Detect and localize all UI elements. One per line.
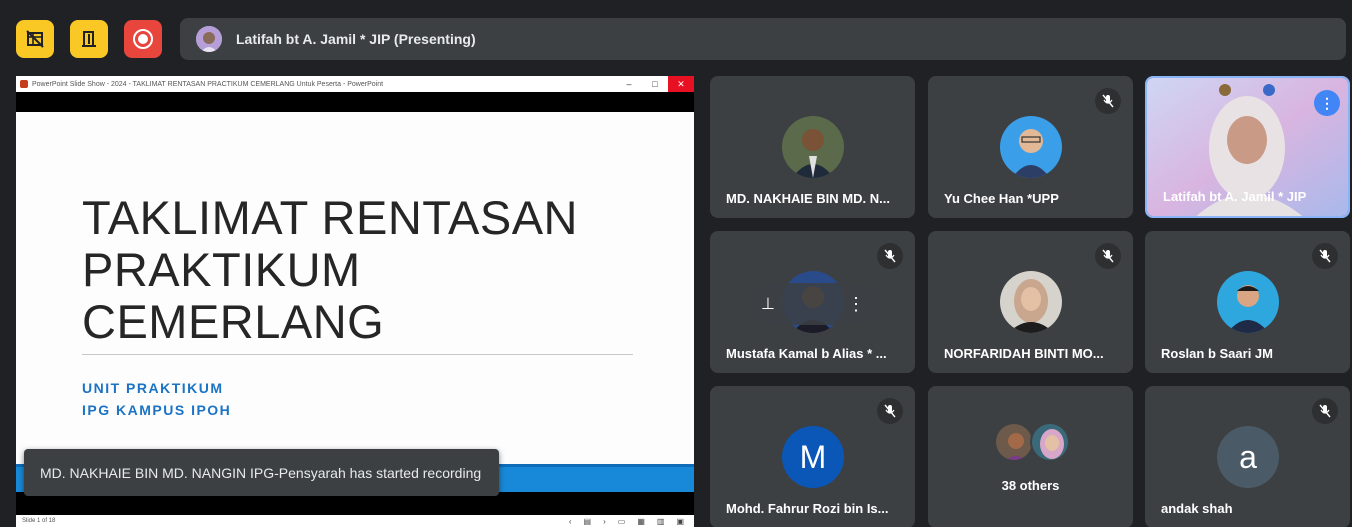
grid-off-icon bbox=[26, 30, 44, 48]
participant-tile[interactable]: MD. NAKHAIE BIN MD. N... bbox=[710, 76, 915, 218]
participant-tile[interactable]: M Mohd. Fahrur Rozi bin Is... bbox=[710, 386, 915, 527]
slideshow-view-icon[interactable]: ▣ bbox=[676, 517, 684, 526]
slide-title-line: PRAKTIKUM bbox=[82, 243, 361, 296]
avatar: a bbox=[1217, 426, 1279, 488]
participant-tile[interactable]: a andak shah bbox=[1145, 386, 1350, 527]
mic-off-icon bbox=[1312, 243, 1338, 269]
slide-content: TAKLIMAT RENTASAN PRAKTIKUM CEMERLANG UN… bbox=[16, 112, 694, 492]
mic-off-icon bbox=[877, 398, 903, 424]
prev-slide-icon[interactable]: ‹ bbox=[569, 517, 572, 526]
slide-subtitle: UNIT PRAKTIKUM bbox=[82, 380, 224, 396]
pin-icon[interactable]: ⊥ bbox=[761, 294, 775, 314]
more-vert-icon[interactable]: ⋮ bbox=[847, 294, 865, 315]
avatar: M bbox=[782, 426, 844, 488]
recording-button[interactable] bbox=[124, 20, 162, 58]
avatar-initial: M bbox=[799, 438, 827, 475]
avatar-initial: a bbox=[1239, 438, 1257, 475]
slide-title: TAKLIMAT RENTASAN PRAKTIKUM CEMERLANG bbox=[82, 192, 578, 348]
powerpoint-titlebar: PowerPoint Slide Show - 2024 - TAKLIMAT … bbox=[16, 76, 694, 92]
participant-tile[interactable]: Yu Chee Han *UPP bbox=[928, 76, 1133, 218]
mic-off-icon bbox=[1095, 243, 1121, 269]
toast-text: MD. NAKHAIE BIN MD. NANGIN IPG-Pensyarah… bbox=[40, 464, 482, 481]
avatar bbox=[1030, 422, 1070, 462]
avatar bbox=[1000, 271, 1062, 333]
participant-name: Mohd. Fahrur Rozi bin Is... bbox=[726, 501, 889, 516]
participant-name: Mustafa Kamal b Alias * ... bbox=[726, 346, 887, 361]
participant-name: andak shah bbox=[1161, 501, 1233, 516]
others-tile[interactable]: 38 others bbox=[928, 386, 1133, 527]
recording-toast: MD. NAKHAIE BIN MD. NANGIN IPG-Pensyarah… bbox=[24, 449, 499, 496]
close-icon[interactable]: ✕ bbox=[668, 76, 694, 92]
door-exit-icon bbox=[82, 31, 96, 47]
participant-name: MD. NAKHAIE BIN MD. N... bbox=[726, 191, 890, 206]
powerpoint-statusbar: Slide 1 of 18 ‹ ▤ › ▭ ▦ ▥ ▣ bbox=[16, 515, 694, 527]
powerpoint-icon bbox=[20, 80, 28, 88]
slide-subtitle: IPG KAMPUS IPOH bbox=[82, 402, 232, 418]
powerpoint-title: PowerPoint Slide Show - 2024 - TAKLIMAT … bbox=[32, 80, 384, 88]
avatar bbox=[1217, 271, 1279, 333]
mic-off-icon bbox=[877, 243, 903, 269]
more-options-button[interactable]: ⋮ bbox=[1314, 90, 1340, 116]
slide-menu-icon[interactable]: ▤ bbox=[584, 517, 592, 526]
participant-tile[interactable]: NORFARIDAH BINTI MO... bbox=[928, 231, 1133, 373]
sorter-view-icon[interactable]: ▦ bbox=[637, 517, 645, 526]
meet-window: Latifah bt A. Jamil * JIP (Presenting) P… bbox=[0, 0, 1352, 527]
participant-tile[interactable]: ⊥ ⋮ Mustafa Kamal b Alias * ... bbox=[710, 231, 915, 373]
slide-divider bbox=[82, 354, 633, 355]
minimize-icon[interactable]: – bbox=[616, 76, 642, 92]
participant-name: Latifah bt A. Jamil * JIP bbox=[1163, 189, 1307, 204]
presenter-bar: Latifah bt A. Jamil * JIP (Presenting) bbox=[180, 18, 1346, 60]
tile-hover-controls: ⊥ ⋮ bbox=[747, 283, 879, 325]
presenter-avatar bbox=[196, 26, 222, 52]
normal-view-icon[interactable]: ▭ bbox=[618, 517, 626, 526]
participant-tile-active[interactable]: ⋮ Latifah bt A. Jamil * JIP bbox=[1145, 76, 1350, 218]
presenter-name: Latifah bt A. Jamil * JIP (Presenting) bbox=[236, 31, 476, 47]
slide-title-line: CEMERLANG bbox=[82, 295, 385, 348]
maximize-icon[interactable]: □ bbox=[642, 76, 668, 92]
slide-counter: Slide 1 of 18 bbox=[22, 518, 56, 524]
participant-name: Roslan b Saari JM bbox=[1161, 346, 1273, 361]
record-icon bbox=[133, 29, 153, 49]
mic-off-icon bbox=[1095, 88, 1121, 114]
others-avatar-stack bbox=[994, 422, 1074, 462]
next-slide-icon[interactable]: › bbox=[603, 517, 606, 526]
avatar bbox=[994, 422, 1034, 462]
avatar bbox=[1000, 116, 1062, 178]
leave-room-button[interactable] bbox=[70, 20, 108, 58]
avatar bbox=[782, 116, 844, 178]
layout-toggle-button[interactable] bbox=[16, 20, 54, 58]
participant-name: Yu Chee Han *UPP bbox=[944, 191, 1059, 206]
mic-off-icon bbox=[1312, 398, 1338, 424]
participant-tile[interactable]: Roslan b Saari JM bbox=[1145, 231, 1350, 373]
reading-view-icon[interactable]: ▥ bbox=[657, 517, 665, 526]
slide-title-line: TAKLIMAT RENTASAN bbox=[82, 191, 578, 244]
participant-name: NORFARIDAH BINTI MO... bbox=[944, 346, 1104, 361]
others-count: 38 others bbox=[1001, 478, 1060, 493]
